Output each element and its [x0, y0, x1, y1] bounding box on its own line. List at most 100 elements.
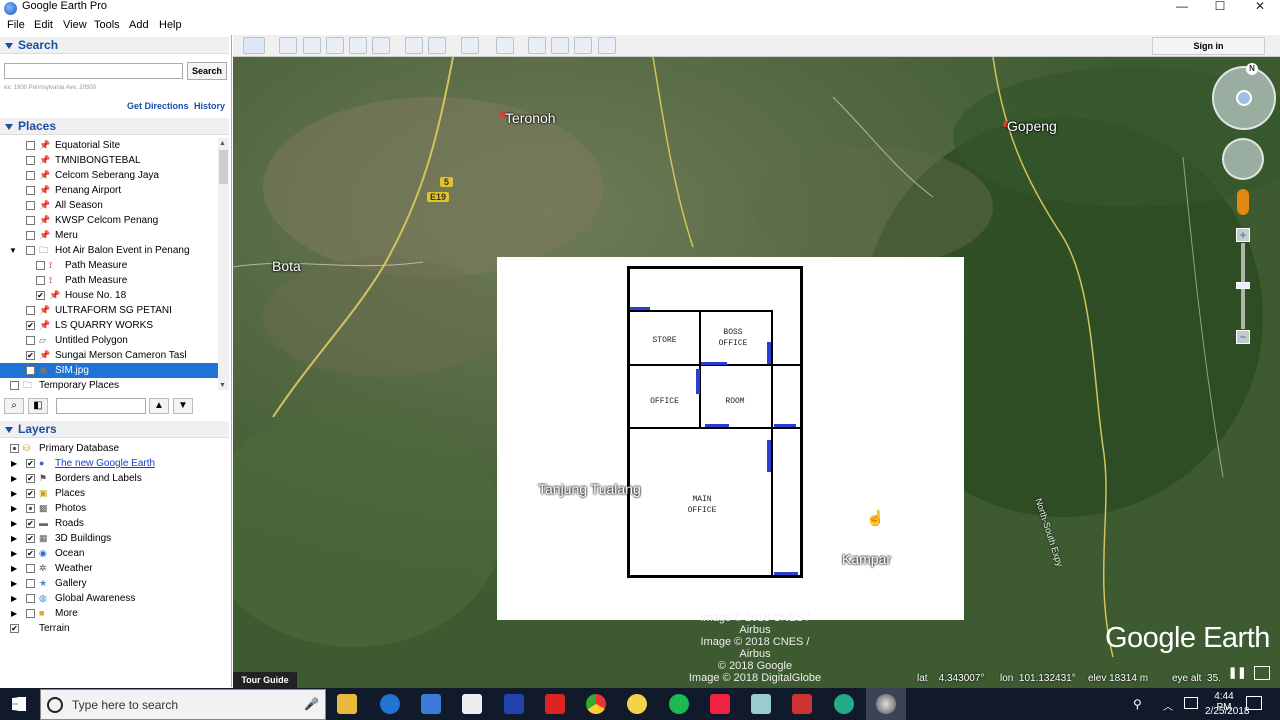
minimize-button[interactable]: —	[1162, 0, 1202, 17]
menu-edit[interactable]: Edit	[34, 19, 53, 31]
panel-view-icon[interactable]: ◧	[28, 398, 48, 414]
checkbox[interactable]	[26, 246, 35, 255]
add-placemark-icon[interactable]	[279, 37, 297, 54]
places-scroll-thumb[interactable]	[219, 150, 228, 184]
checkbox[interactable]	[26, 216, 35, 225]
pause-icon[interactable]: ❚❚	[1228, 666, 1246, 680]
checkbox[interactable]	[10, 444, 19, 453]
close-button[interactable]: ✕	[1240, 0, 1280, 17]
street-view-pegman-icon[interactable]	[1237, 189, 1249, 215]
layers-item[interactable]: ★ Gallery ▶	[0, 576, 218, 591]
layers-item[interactable]: ✔ ▬ Roads ▶	[0, 516, 218, 531]
clock-date[interactable]: 2/25/2018	[1205, 706, 1250, 717]
network-icon[interactable]	[1184, 697, 1198, 709]
mail-icon[interactable]	[462, 694, 482, 714]
layers-item[interactable]: ✔ ▦ 3D Buildings ▶	[0, 531, 218, 546]
microphone-icon[interactable]: 🎤	[304, 697, 319, 711]
checkbox[interactable]	[10, 381, 19, 390]
checkbox[interactable]	[26, 579, 35, 588]
expand-toggle-icon[interactable]: ▶	[11, 561, 17, 576]
checkbox[interactable]	[36, 261, 45, 270]
show-hidden-icons[interactable]: ︿	[1163, 698, 1173, 713]
layers-item[interactable]: ✲ Weather ▶	[0, 561, 218, 576]
overview-map-icon[interactable]	[1254, 666, 1270, 680]
places-filter-input[interactable]	[56, 398, 146, 414]
places-item[interactable]: ✔ 📌 LS QUARRY WORKS	[0, 318, 218, 333]
store-icon[interactable]	[421, 694, 441, 714]
menu-add[interactable]: Add	[129, 19, 149, 31]
places-item[interactable]: 📌 ULTRAFORM SG PETANI	[0, 303, 218, 318]
zoom-in-icon[interactable]: +	[1236, 228, 1250, 242]
checkbox[interactable]	[36, 276, 45, 285]
places-item[interactable]: ▱ Untitled Polygon	[0, 333, 218, 348]
expand-toggle-icon[interactable]: ▶	[11, 531, 17, 546]
notes-icon[interactable]	[751, 694, 771, 714]
file-explorer-icon[interactable]	[337, 694, 357, 714]
places-item[interactable]: ⟟ Path Measure	[0, 258, 218, 273]
places-item[interactable]: 📌 TMNIBONGTEBAL	[0, 153, 218, 168]
sim-image-overlay[interactable]: STORE BOSS OFFICE OFFICE ROOM MAIN OFFIC…	[497, 257, 964, 620]
get-directions-link[interactable]: Get Directions	[127, 101, 189, 111]
places-item[interactable]: 🗀 Temporary Places	[0, 378, 218, 393]
layers-item[interactable]: ◍ Global Awareness ▶	[0, 591, 218, 606]
checkbox[interactable]	[26, 171, 35, 180]
city-label-gopeng[interactable]: Gopeng	[1007, 118, 1057, 134]
checkbox[interactable]: ✔	[26, 351, 35, 360]
expand-toggle-icon[interactable]: ▶	[11, 516, 17, 531]
layers-item[interactable]: ▩ Photos ▶	[0, 501, 218, 516]
browser-app-icon[interactable]	[834, 694, 854, 714]
city-label-teronoh[interactable]: Teronoh	[505, 110, 556, 126]
rsa-icon[interactable]	[545, 694, 565, 714]
checkbox[interactable]	[26, 231, 35, 240]
checkbox[interactable]	[26, 201, 35, 210]
places-item[interactable]: ✔ ▣ SIM.jpg	[0, 363, 218, 378]
places-item[interactable]: 📌 Celcom Seberang Jaya	[0, 168, 218, 183]
search-input[interactable]	[4, 63, 183, 79]
expand-toggle-icon[interactable]: ▶	[11, 591, 17, 606]
history-link[interactable]: History	[194, 101, 225, 111]
move-up-icon[interactable]: ▲	[149, 398, 169, 414]
zoom-slider-thumb[interactable]	[1236, 282, 1250, 289]
expand-toggle-icon[interactable]: ▶	[11, 456, 17, 471]
checkbox[interactable]: ✔	[26, 489, 35, 498]
planets-icon[interactable]	[461, 37, 479, 54]
checkbox[interactable]: ✔	[36, 291, 45, 300]
places-item[interactable]: 📌 All Season	[0, 198, 218, 213]
menu-help[interactable]: Help	[159, 19, 182, 31]
checkbox[interactable]: ✔	[26, 474, 35, 483]
checkbox[interactable]: ✔	[26, 534, 35, 543]
zoom-out-icon[interactable]: −	[1236, 330, 1250, 344]
ruler-icon[interactable]	[496, 37, 514, 54]
move-joystick-icon[interactable]	[1222, 138, 1264, 180]
flag-app-icon[interactable]	[792, 694, 812, 714]
people-icon[interactable]: ⚲	[1133, 697, 1142, 711]
expand-toggle-icon[interactable]: ▼	[9, 243, 17, 258]
checkbox[interactable]: ✔	[26, 366, 35, 375]
chrome-icon[interactable]	[586, 694, 606, 714]
places-item[interactable]: ⟟ Path Measure	[0, 273, 218, 288]
tour-guide-button[interactable]: Tour Guide	[233, 672, 297, 688]
sunlight-icon[interactable]	[428, 37, 446, 54]
app-icon[interactable]	[504, 694, 524, 714]
spotify-icon[interactable]	[669, 694, 689, 714]
checkbox[interactable]	[26, 564, 35, 573]
expand-toggle-icon[interactable]: ▶	[11, 501, 17, 516]
checkbox[interactable]	[26, 594, 35, 603]
scroll-down-icon[interactable]: ▼	[219, 382, 226, 389]
layers-item[interactable]: ■ More ▶	[0, 606, 218, 621]
add-image-overlay-icon[interactable]	[349, 37, 367, 54]
chat-app-icon[interactable]	[627, 694, 647, 714]
places-item[interactable]: 📌 Penang Airport	[0, 183, 218, 198]
places-item[interactable]: ✔ 📌 House No. 18	[0, 288, 218, 303]
checkbox[interactable]	[26, 306, 35, 315]
view-in-maps-icon[interactable]	[598, 37, 616, 54]
menu-tools[interactable]: Tools	[94, 19, 120, 31]
places-item[interactable]: 📌 KWSP Celcom Penang	[0, 213, 218, 228]
checkbox[interactable]: ✔	[10, 624, 19, 633]
print-icon[interactable]	[551, 37, 569, 54]
places-item[interactable]: 📌 Meru	[0, 228, 218, 243]
checkbox[interactable]: ✔	[26, 519, 35, 528]
move-down-icon[interactable]: ▼	[173, 398, 193, 414]
expand-toggle-icon[interactable]: ▶	[11, 546, 17, 561]
red-app-icon[interactable]	[710, 694, 730, 714]
